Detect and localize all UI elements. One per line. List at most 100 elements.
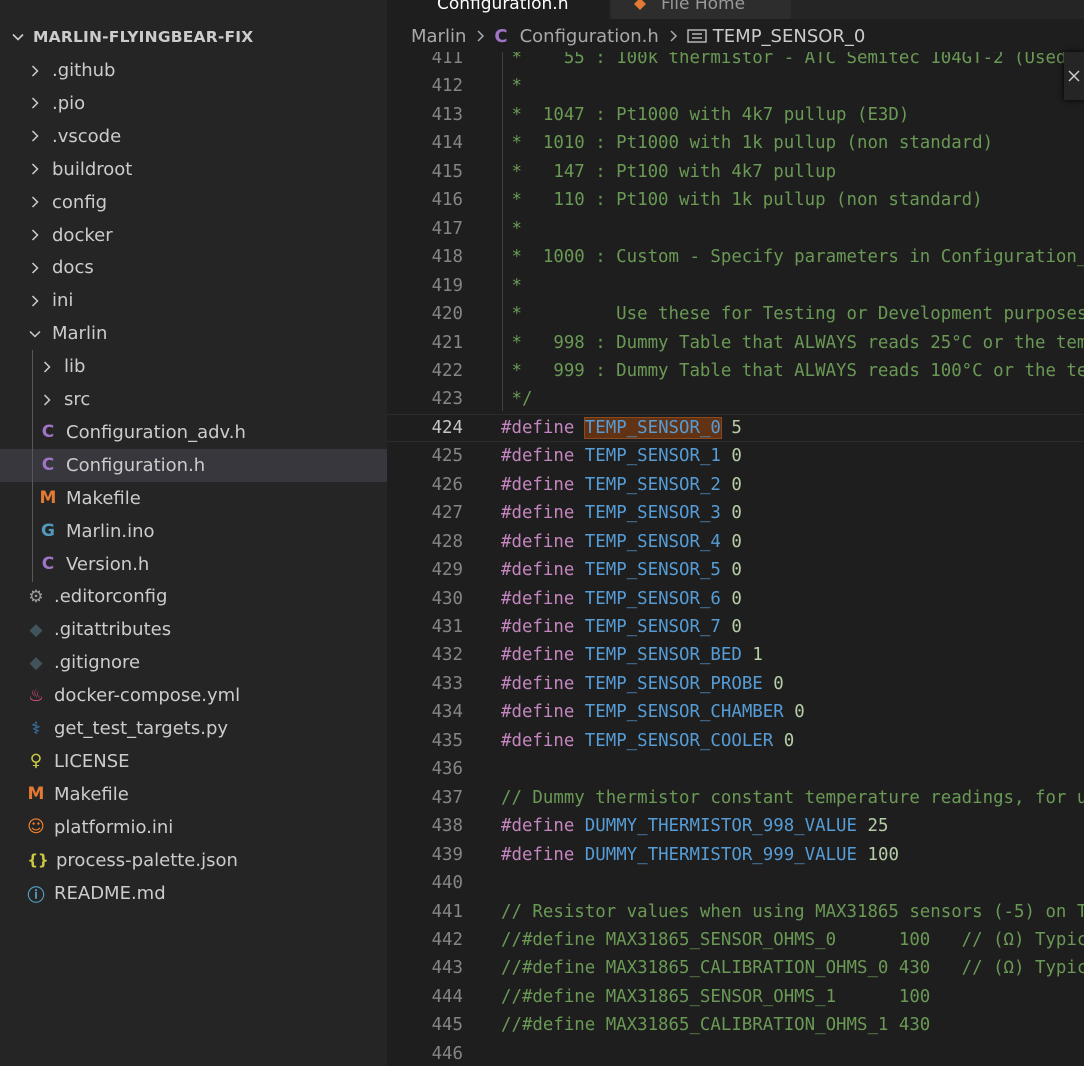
tree-folder[interactable]: .pio <box>0 87 387 120</box>
code-line[interactable]: 415 * 147 : Pt100 with 4k7 pullup <box>387 158 1084 187</box>
code-line[interactable]: 433 #define TEMP_SENSOR_PROBE 0 <box>387 670 1084 699</box>
macro-name: TEMP_SENSOR_4 <box>584 531 721 552</box>
macro-value: 25 <box>867 816 889 837</box>
tree-folder[interactable]: docker <box>0 219 387 252</box>
tree-folder[interactable]: .vscode <box>0 120 387 153</box>
code-line[interactable]: 428 #define TEMP_SENSOR_4 0 <box>387 528 1084 557</box>
comment-text: * 1047 : Pt1000 with 4k7 pullup (E3D) <box>501 104 910 125</box>
tree-file[interactable]: ◆ .gitignore <box>0 646 387 679</box>
chevron-right-icon <box>31 97 39 109</box>
tree-item-label: Configuration_adv.h <box>66 421 246 443</box>
code-line[interactable]: 438 #define DUMMY_THERMISTOR_998_VALUE 25 <box>387 812 1084 841</box>
tree-file[interactable]: C Configuration_adv.h <box>0 416 387 449</box>
tree-folder[interactable]: docs <box>0 251 387 284</box>
code-line[interactable]: 422 * 999 : Dummy Table that ALWAYS read… <box>387 357 1084 386</box>
code-line[interactable]: 430 #define TEMP_SENSOR_6 0 <box>387 585 1084 614</box>
code-line[interactable]: 418 * 1000 : Custom - Specify parameters… <box>387 243 1084 272</box>
tree-file[interactable]: ☺ platformio.ini <box>0 811 387 844</box>
code-line[interactable]: 417 * <box>387 215 1084 244</box>
code-line[interactable]: 444 //#define MAX31865_SENSOR_OHMS_1 100 <box>387 983 1084 1012</box>
code-line[interactable]: 416 * 110 : Pt100 with 1k pullup (non st… <box>387 186 1084 215</box>
tree-folder[interactable]: src <box>0 383 387 416</box>
tree-file[interactable]: ♀ LICENSE <box>0 745 387 778</box>
tree-item-label: Marlin <box>52 323 108 345</box>
code-line[interactable]: 445 //#define MAX31865_CALIBRATION_OHMS_1… <box>387 1011 1084 1040</box>
comment-text: * 998 : Dummy Table that ALWAYS reads 25… <box>511 332 1084 353</box>
macro-value: 5 <box>731 417 742 438</box>
tree-file[interactable]: ⚙ .editorconfig <box>0 580 387 613</box>
tab-configuration-h[interactable]: Configuration.h <box>387 0 609 19</box>
tree-folder[interactable]: Marlin <box>0 317 387 350</box>
macro-name: TEMP_SENSOR_0 <box>583 416 722 439</box>
code-line[interactable]: 411 * 55 : 100k thermistor - ATC Semitec… <box>387 52 1084 73</box>
tree-file[interactable]: C Configuration.h <box>0 448 387 482</box>
define-keyword: #define <box>501 730 575 751</box>
code-text: //#define MAX31865_SENSOR_OHMS_1 100 <box>501 983 930 1012</box>
tab-file-home[interactable]: File Home <box>611 0 791 19</box>
line-number: 432 <box>431 645 463 666</box>
code-line[interactable]: 434 #define TEMP_SENSOR_CHAMBER 0 <box>387 698 1084 727</box>
tree-file[interactable]: ♨ docker-compose.yml <box>0 679 387 712</box>
line-number: 438 <box>431 816 463 837</box>
code-line[interactable]: 424 #define TEMP_SENSOR_0 5 <box>387 413 1084 443</box>
code-line[interactable]: 432 #define TEMP_SENSOR_BED 1 <box>387 641 1084 670</box>
git-icon: ◆ <box>29 619 43 640</box>
line-number: 436 <box>431 759 463 780</box>
macro-value: 0 <box>731 560 742 581</box>
tree-folder[interactable]: .github <box>0 54 387 87</box>
code-line[interactable]: 421 * 998 : Dummy Table that ALWAYS read… <box>387 329 1084 358</box>
code-line[interactable]: 442 //#define MAX31865_SENSOR_OHMS_0 100 … <box>387 926 1084 955</box>
tree-file[interactable]: M Makefile <box>0 778 387 811</box>
tree-file[interactable]: M Makefile <box>0 482 387 515</box>
code-line[interactable]: 420 * Use these for Testing or Developme… <box>387 300 1084 329</box>
breadcrumb-symbol[interactable]: TEMP_SENSOR_0 <box>713 26 866 47</box>
code-text: #define TEMP_SENSOR_2 0 <box>501 471 742 500</box>
code-text: #define TEMP_SENSOR_0 5 <box>501 415 742 442</box>
code-line[interactable]: 437 // Dummy thermistor constant temperat… <box>387 784 1084 813</box>
chevron-right-icon <box>43 393 51 406</box>
code-line[interactable]: 446 <box>387 1040 1084 1066</box>
code-line[interactable]: 435 #define TEMP_SENSOR_COOLER 0 <box>387 727 1084 756</box>
code-editor[interactable]: 411 * 55 : 100k thermistor - ATC Semitec… <box>387 52 1084 1066</box>
code-line[interactable]: 419 * <box>387 272 1084 301</box>
code-line[interactable]: 412 * <box>387 72 1084 101</box>
code-line[interactable]: 426 #define TEMP_SENSOR_2 0 <box>387 471 1084 500</box>
tree-file[interactable]: ⚕ get_test_targets.py <box>0 712 387 745</box>
tree-folder[interactable]: ini <box>0 284 387 317</box>
tree-file[interactable]: C Version.h <box>0 548 387 581</box>
tree-file[interactable]: G Marlin.ino <box>0 515 387 548</box>
code-text: #define TEMP_SENSOR_1 0 <box>501 442 742 471</box>
code-text: * Use these for Testing or Development p… <box>501 300 1084 329</box>
breadcrumb-file[interactable]: Configuration.h <box>520 26 659 47</box>
code-line[interactable]: 425 #define TEMP_SENSOR_1 0 <box>387 442 1084 471</box>
tree-file[interactable]: {} process-palette.json <box>0 844 387 877</box>
code-line[interactable]: 431 #define TEMP_SENSOR_7 0 <box>387 613 1084 642</box>
find-widget-close-button[interactable] <box>1064 52 1084 100</box>
code-line[interactable]: 427 #define TEMP_SENSOR_3 0 <box>387 499 1084 528</box>
code-line[interactable]: 414 * 1010 : Pt1000 with 1k pullup (non … <box>387 129 1084 158</box>
tree-file[interactable]: ⓘ README.md <box>0 877 387 910</box>
macro-name: TEMP_SENSOR_3 <box>584 503 721 524</box>
macro-name: TEMP_SENSOR_BED <box>584 645 742 666</box>
tree-folder[interactable]: lib <box>0 350 387 383</box>
line-number: 442 <box>431 929 463 950</box>
code-line[interactable]: 436 <box>387 755 1084 784</box>
comment-text: * 999 : Dummy Table that ALWAYS reads 10… <box>511 360 1084 381</box>
tree-folder[interactable]: config <box>0 186 387 219</box>
tree-folder[interactable]: buildroot <box>0 153 387 186</box>
breadcrumb-folder[interactable]: Marlin <box>411 26 466 47</box>
tree-item-label: Version.h <box>66 553 150 575</box>
code-line[interactable]: 439 #define DUMMY_THERMISTOR_999_VALUE 10… <box>387 841 1084 870</box>
tree-file[interactable]: ◆ .gitattributes <box>0 613 387 646</box>
code-line[interactable]: 429 #define TEMP_SENSOR_5 0 <box>387 556 1084 585</box>
code-line[interactable]: 423 */ <box>387 385 1084 414</box>
define-keyword: #define <box>501 816 575 837</box>
chevron-right-icon <box>477 30 485 42</box>
code-line[interactable]: 413 * 1047 : Pt1000 with 4k7 pullup (E3D… <box>387 101 1084 130</box>
code-line[interactable]: 440 <box>387 869 1084 898</box>
code-line[interactable]: 443 //#define MAX31865_CALIBRATION_OHMS_0… <box>387 954 1084 983</box>
code-line[interactable]: 441 // Resistor values when using MAX3186… <box>387 898 1084 927</box>
symbol-constant-icon <box>687 29 707 43</box>
line-number: 417 <box>431 218 463 239</box>
explorer-root-header[interactable]: MARLIN-FLYINGBEAR-FIX <box>0 21 387 53</box>
